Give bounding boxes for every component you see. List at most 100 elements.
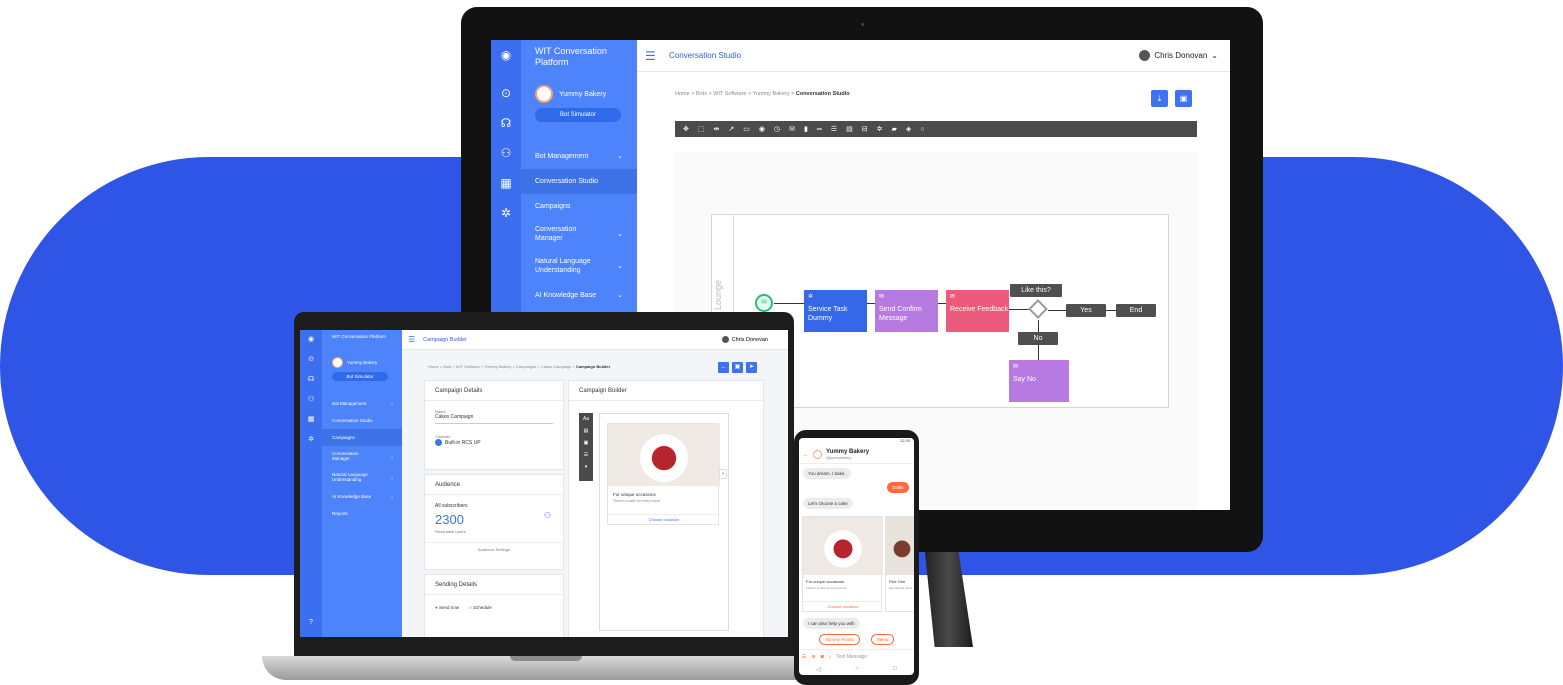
frame-icon[interactable]: ▭ xyxy=(743,125,750,133)
home-icon[interactable]: ○ xyxy=(855,666,859,672)
channel-field[interactable]: Built-in RCS UP xyxy=(435,439,553,446)
mic-icon[interactable]: ♪ xyxy=(829,654,832,660)
more-tool-icon[interactable]: ▾ xyxy=(579,461,593,473)
android-nav: ◁ ○ □ xyxy=(799,663,914,675)
card-icon[interactable]: ▤ xyxy=(846,125,853,133)
image-tool-icon[interactable]: ▤ xyxy=(579,425,593,437)
task-icon[interactable]: ▮ xyxy=(804,125,808,133)
breadcrumb-path[interactable]: Home > Bots > WIT Software > Yummy Baker… xyxy=(675,91,796,97)
logo-icon[interactable]: ◉ xyxy=(300,330,322,350)
sidebar-item-reports[interactable]: Reports xyxy=(322,505,402,522)
sidebar-item-campaigns[interactable]: Campaigns xyxy=(322,429,402,446)
back-button[interactable]: ← xyxy=(718,362,729,373)
clock-icon[interactable]: ◷ xyxy=(774,125,780,133)
hamburger-icon[interactable]: ☰ xyxy=(645,49,661,63)
carousel-card[interactable]: Pick One See the full menu xyxy=(885,516,914,612)
rich-card[interactable]: For unique occasions There's a cake for … xyxy=(607,423,720,525)
gear-icon[interactable]: ✲ xyxy=(491,198,521,228)
back-icon[interactable]: ◁ xyxy=(816,666,821,673)
sidebar-item-conversation-manager[interactable]: Conversation Manager ⌄ xyxy=(521,219,637,249)
service-task[interactable]: ✲ Service Task Dummy xyxy=(804,290,867,332)
sidebar-item-ai-knowledge-base[interactable]: AI Knowledge Base ⌄ xyxy=(322,488,402,505)
user-menu[interactable]: Chris Donovan xyxy=(721,336,768,343)
carousel-tool-icon[interactable]: ☰ xyxy=(579,449,593,461)
sidebar-item-conversation-studio[interactable]: Conversation Studio xyxy=(322,412,402,429)
sidebar-item-bot-management[interactable]: Bot Management ⌄ xyxy=(521,144,637,169)
headset-icon[interactable]: ☊ xyxy=(300,370,322,390)
choose-occasion-button[interactable]: Choose occasion xyxy=(608,514,720,522)
lines-icon[interactable]: ═ xyxy=(817,126,822,133)
carousel-card[interactable]: For unique occasions There's a cake for … xyxy=(802,516,883,612)
name-field[interactable]: Cakes Campaign xyxy=(435,414,553,424)
save-button[interactable]: ▣ xyxy=(1175,90,1192,107)
send-now-radio[interactable]: ● Send now xyxy=(435,605,459,610)
move-icon[interactable]: ✥ xyxy=(683,125,689,133)
space-icon[interactable]: ⇹ xyxy=(714,125,720,133)
bot-simulator-button[interactable]: Bot Simulator xyxy=(535,108,621,122)
receive-feedback-task[interactable]: ✉ Receive Feedback xyxy=(946,290,1009,332)
end-event-icon[interactable]: ○ xyxy=(920,126,924,133)
sidebar-item-bot-management[interactable]: Bot Management ⌄ xyxy=(322,395,402,412)
message-input[interactable]: Text Message xyxy=(836,654,867,660)
recents-icon[interactable]: □ xyxy=(893,666,897,672)
user-menu[interactable]: Chris Donovan ⌄ xyxy=(1139,50,1218,61)
bot-simulator-button[interactable]: Bot Simulator xyxy=(332,372,388,381)
audience-settings-button[interactable]: Audience Settings xyxy=(425,542,563,556)
back-arrow-icon[interactable]: ← xyxy=(803,452,809,458)
sidebar-item-nlu[interactable]: Natural Language Understanding ⌄ xyxy=(322,466,402,488)
sidebar-item-conversation-manager[interactable]: Conversation Manager ⌄ xyxy=(322,446,402,466)
logo-icon[interactable]: ◉ xyxy=(491,40,521,70)
menu-icon[interactable]: ☰ xyxy=(802,654,806,660)
sidebar-item-campaigns[interactable]: Campaigns xyxy=(521,194,637,219)
building-icon[interactable]: ▦ xyxy=(300,410,322,430)
panel-icon[interactable]: ⊟ xyxy=(862,125,868,133)
task-label: Service Task Dummy xyxy=(808,306,848,322)
say-no-task[interactable]: ✉ Say No xyxy=(1009,360,1069,402)
sidebar-item-conversation-studio[interactable]: Conversation Studio xyxy=(521,169,637,194)
gear-icon[interactable]: ✲ xyxy=(877,125,883,133)
folder-icon[interactable]: ▰ xyxy=(891,125,896,133)
target-icon[interactable]: ⊙ xyxy=(300,350,322,370)
lasso-icon[interactable]: ⬚ xyxy=(698,125,705,133)
help-icon[interactable]: ? xyxy=(300,613,322,633)
order-chip[interactable]: Order xyxy=(887,482,909,493)
event-icon[interactable]: ◉ xyxy=(759,125,765,133)
bot-selector[interactable]: Yummy Bakery xyxy=(521,76,637,106)
sidebar-item-nlu[interactable]: Natural Language Understanding ⌄ xyxy=(521,249,637,283)
sidebar-menu: Bot Management ⌄ Conversation Studio Camp… xyxy=(322,395,402,522)
sidebar-item-ai-knowledge-base[interactable]: AI Knowledge Base ⌄ xyxy=(521,283,637,308)
gateway-icon[interactable]: ◈ xyxy=(906,125,911,133)
camera-icon[interactable]: ◙ xyxy=(821,654,824,660)
start-event-icon[interactable]: ✉ xyxy=(755,294,773,312)
choose-occasion-button[interactable]: Choose occasion xyxy=(803,601,883,609)
cake-image xyxy=(803,517,883,575)
send-confirm-task[interactable]: ✉ Send Confirm Message xyxy=(875,290,938,332)
message-icon: ✉ xyxy=(950,294,956,300)
hamburger-icon[interactable]: ☰ xyxy=(408,335,415,344)
yummy-points-chip[interactable]: Yummy Points xyxy=(819,634,860,645)
download-button[interactable]: ⤓ xyxy=(1151,90,1168,107)
sidebar-item-label: Natural Language Understanding xyxy=(535,258,591,274)
list-icon[interactable]: ☰ xyxy=(831,125,837,133)
connect-icon[interactable]: ↗ xyxy=(728,125,734,133)
bot-handle: @yummybakery xyxy=(826,455,852,460)
building-icon[interactable]: ▦ xyxy=(491,168,521,198)
schedule-radio[interactable]: ○ Schedule xyxy=(469,605,492,610)
target-icon[interactable]: ⊙ xyxy=(491,78,521,108)
users-icon[interactable]: ⚇ xyxy=(491,138,521,168)
chevron-down-icon: ⌄ xyxy=(617,292,623,299)
breadcrumb-path[interactable]: Home > Bots > WIT Software > Yummy Baker… xyxy=(428,364,576,369)
gear-icon[interactable]: ✲ xyxy=(300,430,322,450)
headset-icon[interactable]: ☊ xyxy=(491,108,521,138)
text-tool-icon[interactable]: Aa xyxy=(579,413,593,425)
carousel-next-icon[interactable]: › xyxy=(719,469,727,479)
save-button[interactable]: ▣ xyxy=(732,362,743,373)
next-button[interactable]: ➤ xyxy=(746,362,757,373)
users-icon[interactable]: ⚇ xyxy=(300,390,322,410)
card-tool-icon[interactable]: ▣ xyxy=(579,437,593,449)
menu-chip[interactable]: Menu xyxy=(871,634,895,645)
bot-selector[interactable]: Yummy Bakery xyxy=(322,354,402,370)
add-icon[interactable]: ⊕ xyxy=(811,654,815,660)
message-icon[interactable]: ✉ xyxy=(789,125,795,133)
end-event[interactable]: End xyxy=(1116,304,1156,317)
